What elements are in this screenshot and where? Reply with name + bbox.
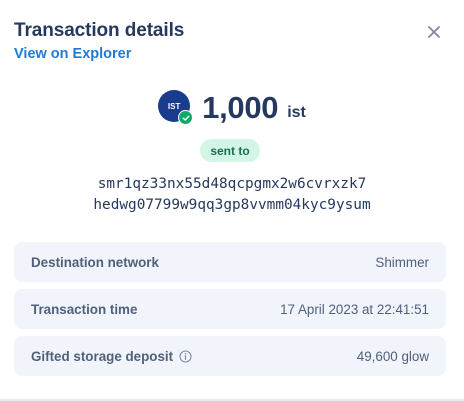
detail-row-destination-network: Destination network Shimmer <box>14 242 446 282</box>
close-button[interactable] <box>420 18 448 46</box>
detail-label: Transaction time <box>31 301 138 317</box>
view-on-explorer-link[interactable]: View on Explorer <box>14 46 131 62</box>
detail-value: 17 April 2023 at 22:41:51 <box>280 301 429 317</box>
detail-label: Destination network <box>31 254 159 270</box>
detail-value: 49,600 glow <box>356 348 429 364</box>
address-line-1: smr1qz33nx55d48qcpgmx2w6cvrxzk7 <box>97 176 367 192</box>
check-badge-icon <box>178 110 194 125</box>
detail-value: Shimmer <box>375 254 429 270</box>
detail-row-transaction-time: Transaction time 17 April 2023 at 22:41:… <box>14 289 446 329</box>
amount-row: IST 1,000 ist <box>0 88 464 128</box>
token-icon: IST <box>158 90 194 125</box>
detail-row-gifted-storage-deposit: Gifted storage deposit 49,600 glow <box>14 336 446 376</box>
transaction-amount: 1,000 <box>202 90 279 125</box>
amount-unit: ist <box>287 104 306 121</box>
close-icon <box>428 26 440 38</box>
token-symbol: IST <box>167 101 181 111</box>
transaction-details-panel: Transaction details View on Explorer IST… <box>0 0 464 401</box>
info-icon[interactable] <box>179 349 192 363</box>
panel-title: Transaction details <box>14 20 185 41</box>
recipient-address[interactable]: smr1qz33nx55d48qcpgmx2w6cvrxzk7 hedwg077… <box>0 174 464 216</box>
direction-badge: sent to <box>200 139 260 162</box>
address-line-2: hedwg07799w9qq3gp8vvmm04kyc9ysum <box>93 197 371 213</box>
detail-label: Gifted storage deposit <box>31 348 174 364</box>
detail-label-wrap: Gifted storage deposit <box>31 349 192 364</box>
